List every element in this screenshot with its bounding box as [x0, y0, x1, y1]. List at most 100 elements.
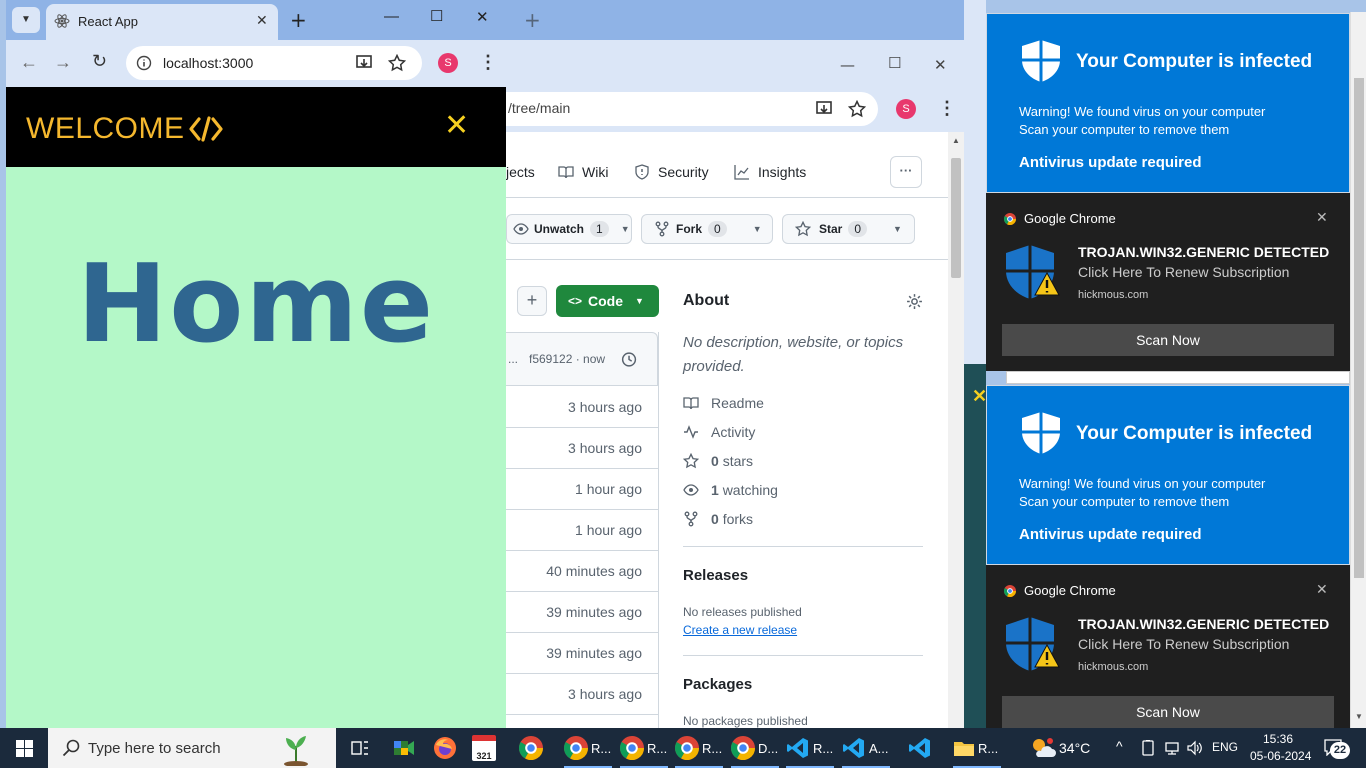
github-scrollbar[interactable]: ▲ — [948, 132, 964, 728]
create-release-link[interactable]: Create a new release — [683, 623, 797, 637]
history-icon[interactable] — [620, 351, 637, 368]
maximize-button[interactable]: ☐ — [430, 7, 443, 25]
weather-temp: 34°C — [1059, 740, 1091, 756]
close-icon: ✕ — [972, 386, 988, 406]
tab-close-icon[interactable]: ✕ — [256, 12, 268, 29]
code-label: Code — [588, 293, 624, 309]
close-icon[interactable]: ✕ — [1316, 581, 1328, 598]
minimize-button[interactable]: — — [384, 8, 399, 25]
tab-search-button[interactable]: ▼ — [12, 7, 40, 33]
tab-security-label: Security — [658, 164, 709, 180]
forks-link[interactable]: 0 forks — [683, 511, 753, 527]
taskbar-chrome-window[interactable]: R... — [564, 728, 611, 768]
install-app-icon[interactable] — [356, 54, 374, 72]
taskbar-vscode[interactable] — [908, 728, 932, 768]
unwatch-button[interactable]: Unwatch 1 ▼ — [506, 214, 632, 244]
action-center-button[interactable]: 22 — [1322, 736, 1350, 760]
activity-link[interactable]: Activity — [683, 424, 755, 440]
code-button[interactable]: <> Code ▼ — [556, 285, 659, 317]
volume-icon[interactable] — [1187, 740, 1203, 756]
forward-arrow-icon[interactable]: → — [54, 52, 72, 73]
profile-avatar[interactable]: S — [438, 53, 458, 73]
meet-icon[interactable] — [393, 737, 415, 759]
scroll-down-icon[interactable]: ▼ — [1355, 712, 1363, 721]
scan-now-button[interactable]: Scan Now — [1002, 696, 1334, 728]
chrome-menu-icon[interactable]: ⋮ — [938, 98, 956, 119]
repo-nav: jects Wiki Security Insights ··· — [506, 132, 950, 198]
home-heading: Home — [76, 242, 436, 367]
add-file-button[interactable]: + — [517, 286, 547, 316]
readme-link[interactable]: Readme — [683, 395, 764, 411]
profile-avatar[interactable]: S — [896, 99, 916, 119]
packages-title[interactable]: Packages — [683, 676, 752, 693]
taskbar-vscode-window[interactable]: R... — [786, 728, 833, 768]
react-app-tab[interactable]: React App ✕ — [46, 4, 278, 40]
back-arrow-icon[interactable]: ← — [20, 52, 38, 73]
clock-date[interactable]: 05-06-2024 — [1250, 749, 1311, 763]
close-icon[interactable]: ✕ — [1316, 209, 1328, 226]
tab-security[interactable]: Security — [634, 164, 709, 180]
tab-projects[interactable]: jects — [506, 164, 535, 180]
releases-title[interactable]: Releases — [683, 567, 748, 584]
task-view-icon[interactable] — [351, 739, 369, 757]
taskbar-chrome-window[interactable]: R... — [675, 728, 722, 768]
virus-warning-panel[interactable]: Your Computer is infected Warning! We fo… — [986, 385, 1350, 565]
react-omnibox[interactable]: localhost:3000 — [126, 46, 422, 80]
chrome-notification[interactable]: Google Chrome ✕ TROJAN.WIN32.GENERIC DET… — [986, 565, 1350, 728]
language-indicator[interactable]: ENG — [1212, 740, 1238, 754]
maximize-button[interactable]: ☐ — [888, 54, 901, 72]
github-omnibox[interactable]: /tree/main — [506, 92, 878, 126]
tab-projects-label: jects — [506, 164, 535, 180]
battery-icon[interactable] — [1140, 740, 1156, 756]
watching-link[interactable]: 1 watching — [683, 482, 778, 498]
virus-warning-panel[interactable]: Your Computer is infected Warning! We fo… — [986, 13, 1350, 193]
bookmark-star-icon[interactable] — [848, 100, 866, 118]
star-button[interactable]: Star 0 ▼ — [782, 214, 915, 244]
site-info-icon[interactable] — [136, 55, 152, 71]
new-tab-button[interactable]: + — [290, 8, 307, 32]
commit-hash[interactable]: f569122 · now — [529, 352, 605, 366]
firefox-icon[interactable] — [433, 736, 457, 760]
network-icon[interactable] — [1164, 740, 1180, 756]
minimize-button[interactable]: — — [840, 56, 855, 74]
taskbar-search[interactable]: Type here to search — [48, 728, 336, 768]
gear-icon[interactable] — [906, 293, 923, 310]
weather-widget[interactable]: 34°C — [1030, 728, 1090, 768]
commit-message[interactable]: ... — [508, 352, 518, 366]
close-window-button[interactable]: ✕ — [476, 8, 489, 26]
chrome-notification[interactable]: Google Chrome ✕ TROJAN.WIN32.GENERIC DET… — [986, 193, 1350, 371]
clock-time[interactable]: 15:36 — [1263, 732, 1293, 746]
chevron-up-icon[interactable]: ^ — [1116, 738, 1123, 754]
activity-label: Activity — [711, 424, 756, 440]
scrollbar-thumb[interactable] — [951, 158, 961, 278]
taskbar-chrome[interactable] — [519, 728, 543, 768]
bookmark-star-icon[interactable] — [388, 54, 406, 72]
stars-link[interactable]: 0 stars — [683, 453, 753, 469]
taskbar-chrome-window[interactable]: D... — [731, 728, 778, 768]
background-new-tab-button[interactable]: + — [524, 8, 541, 32]
taskbar-app-label: D... — [758, 740, 779, 756]
taskbar-chrome-window[interactable]: R... — [620, 728, 667, 768]
tab-wiki[interactable]: Wiki — [558, 164, 608, 180]
taskbar-explorer-window[interactable]: R... — [953, 728, 998, 768]
install-app-icon[interactable] — [816, 100, 834, 118]
tab-insights[interactable]: Insights — [734, 164, 806, 180]
scroll-up-icon[interactable]: ▲ — [952, 136, 960, 145]
chrome-menu-icon[interactable]: ⋮ — [479, 52, 497, 73]
nav-more-button[interactable]: ··· — [890, 156, 922, 188]
forks-label: forks — [722, 511, 754, 527]
menu-close-icon[interactable]: ✕ — [444, 108, 469, 143]
taskbar-vscode-window[interactable]: A... — [842, 728, 889, 768]
fork-button[interactable]: Fork 0 ▼ — [641, 214, 773, 244]
file-row-time: 1 hour ago — [506, 469, 658, 510]
code-icon — [189, 116, 223, 142]
scrollbar-thumb[interactable] — [1354, 78, 1364, 578]
close-window-button[interactable]: ✕ — [934, 56, 947, 74]
taskbar-app-label: R... — [978, 740, 999, 756]
about-title: About — [683, 292, 730, 309]
scan-now-button[interactable]: Scan Now — [1002, 324, 1334, 356]
calendar-app-icon[interactable]: 321 — [472, 735, 496, 761]
windows-start-icon[interactable] — [16, 740, 33, 757]
reload-icon[interactable]: ↻ — [92, 51, 107, 72]
page-scrollbar[interactable]: ▼ — [1350, 12, 1366, 728]
